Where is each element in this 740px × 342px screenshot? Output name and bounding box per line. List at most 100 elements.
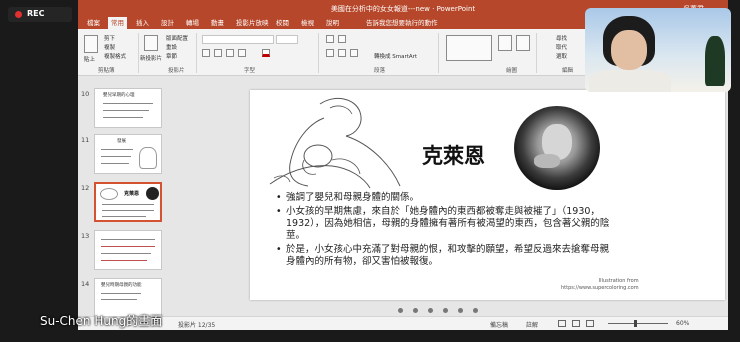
- participant-video: [585, 8, 731, 92]
- thumbnail-slide-10[interactable]: 嬰兒早期的心理: [94, 88, 162, 128]
- ribbon-separator: [438, 33, 439, 73]
- notes-button[interactable]: 備忘稿: [490, 320, 508, 329]
- arrange-icon[interactable]: [498, 35, 512, 51]
- normal-view-icon[interactable]: [558, 320, 566, 327]
- editing-group-label: 編輯: [562, 68, 574, 74]
- thumbnail-text-line: [101, 299, 137, 300]
- tab-design[interactable]: 設計: [158, 17, 177, 29]
- new-slide-button[interactable]: 新投影片: [140, 54, 162, 62]
- reset-button[interactable]: 重設: [166, 43, 177, 51]
- thumbnail-text-line: [101, 246, 155, 247]
- mother-infant-illustration: [269, 97, 401, 189]
- format-painter-button[interactable]: 複製格式: [104, 52, 126, 60]
- tab-slideshow[interactable]: 投影片放映: [233, 17, 272, 29]
- replace-button[interactable]: 取代: [556, 43, 567, 51]
- thumbnail-slide-12[interactable]: 克萊恩: [94, 182, 162, 222]
- zoom-slider[interactable]: [608, 323, 668, 324]
- align-right-icon[interactable]: [350, 49, 358, 57]
- comments-button[interactable]: 註解: [526, 320, 538, 329]
- font-color-icon[interactable]: [262, 49, 270, 57]
- page-dot: [398, 308, 403, 313]
- bullets-icon[interactable]: [326, 35, 334, 43]
- thumbnail-title: 發展: [117, 139, 126, 144]
- font-group-label: 字型: [244, 68, 256, 74]
- shapes-gallery[interactable]: [446, 35, 492, 61]
- caption-line: Illustration from: [598, 278, 639, 284]
- font-name-combo[interactable]: [202, 35, 274, 44]
- thumbnail-title: 嬰兒時期母親的功能: [101, 283, 142, 288]
- copy-button[interactable]: 複製: [104, 43, 115, 51]
- thumbnail-illustration: [139, 147, 157, 169]
- melanie-klein-portrait: [514, 106, 600, 190]
- sorter-view-icon[interactable]: [572, 320, 580, 327]
- thumbnail-portrait: [146, 187, 159, 200]
- ribbon-separator: [318, 33, 319, 73]
- thumbnail-text-line: [101, 163, 129, 164]
- tab-help[interactable]: 說明: [323, 17, 342, 29]
- drawing-group-label: 繪圖: [506, 68, 518, 74]
- tab-file[interactable]: 檔案: [84, 17, 103, 29]
- paste-button[interactable]: 貼上: [84, 55, 95, 63]
- paste-icon[interactable]: [84, 35, 98, 53]
- page-dot: [443, 308, 448, 313]
- slide-bullet-list[interactable]: 強調了嬰兒和母親身體的關係。 小女孩的早期焦慮，來自於「她身體內的東西都被奪走與…: [276, 192, 616, 270]
- slide-counter: 投影片 12/35: [178, 322, 216, 329]
- zoom-slider-thumb[interactable]: [634, 320, 637, 327]
- thumbnail-text-line: [103, 110, 149, 111]
- thumbnail-text-line: [101, 253, 151, 254]
- tell-me-box[interactable]: 告訴我您想要執行的動作: [363, 17, 441, 29]
- cut-button[interactable]: 剪下: [104, 34, 115, 42]
- thumbnail-number: 11: [81, 136, 90, 144]
- page-dot: [428, 308, 433, 313]
- page-dot: [458, 308, 463, 313]
- recording-indicator: REC: [8, 7, 72, 22]
- thumbnail-text-line: [101, 156, 131, 157]
- thumbnail-text-line: [103, 103, 153, 104]
- tab-home[interactable]: 常用: [108, 17, 127, 29]
- tab-view[interactable]: 檢視: [298, 17, 317, 29]
- align-center-icon[interactable]: [338, 49, 346, 57]
- bold-icon[interactable]: [202, 49, 210, 57]
- tab-insert[interactable]: 插入: [133, 17, 152, 29]
- thumbnail-text-line: [101, 260, 147, 261]
- select-button[interactable]: 選取: [556, 52, 567, 60]
- quick-styles-icon[interactable]: [516, 35, 530, 51]
- convert-smartart-button[interactable]: 轉換成 SmartArt: [374, 52, 417, 60]
- tab-animations[interactable]: 動畫: [208, 17, 227, 29]
- thumbnail-number: 14: [81, 280, 90, 288]
- tab-transitions[interactable]: 轉場: [183, 17, 202, 29]
- slide-canvas[interactable]: 克萊恩 強調了嬰兒和母親身體的關係。 小女孩的早期焦慮，來自於「她身體內的東西都…: [250, 90, 725, 300]
- numbering-icon[interactable]: [338, 35, 346, 43]
- thumbnail-title: 克萊恩: [124, 191, 140, 197]
- participant-name-label: Su-Chen Hung的畫面: [40, 314, 163, 328]
- zoom-level[interactable]: 60%: [676, 320, 689, 327]
- layout-button[interactable]: 版面配置: [166, 34, 188, 42]
- tab-review[interactable]: 校閱: [273, 17, 292, 29]
- slide-title[interactable]: 克萊恩: [422, 140, 485, 170]
- thumbnail-text-line: [101, 239, 155, 240]
- page-dot: [473, 308, 478, 313]
- person-face: [611, 30, 647, 70]
- thumbnail-slide-11[interactable]: 發展: [94, 134, 162, 174]
- thumbnail-number: 13: [81, 232, 90, 240]
- thumbnail-text-line: [102, 210, 154, 211]
- align-left-icon[interactable]: [326, 49, 334, 57]
- reading-view-icon[interactable]: [586, 320, 594, 327]
- strikethrough-icon[interactable]: [238, 49, 246, 57]
- bullet-item: 強調了嬰兒和母親身體的關係。: [276, 192, 616, 204]
- paragraph-group-label: 段落: [374, 68, 386, 74]
- section-button[interactable]: 章節: [166, 52, 177, 60]
- italic-icon[interactable]: [214, 49, 222, 57]
- thumbnail-slide-13[interactable]: [94, 230, 162, 270]
- underline-icon[interactable]: [226, 49, 234, 57]
- find-button[interactable]: 尋找: [556, 34, 567, 42]
- font-size-combo[interactable]: [276, 35, 298, 44]
- status-bar: 投影片 12/35 備忘稿 註解 60%: [78, 316, 728, 330]
- bullet-item: 於是，小女孩心中充滿了對母親的恨，和攻擊的願望，希望反過來去搶奪母親身體內的所有…: [276, 244, 616, 268]
- bullet-item: 小女孩的早期焦慮，來自於「她身體內的東西都被奪走與被摧了」（1930，1932）…: [276, 206, 616, 242]
- new-slide-icon[interactable]: [144, 35, 158, 51]
- thumbnail-text-line: [102, 204, 154, 205]
- thumbnail-title: 嬰兒早期的心理: [103, 93, 135, 98]
- thumbnail-illustration: [100, 188, 118, 200]
- ribbon-separator: [196, 33, 197, 73]
